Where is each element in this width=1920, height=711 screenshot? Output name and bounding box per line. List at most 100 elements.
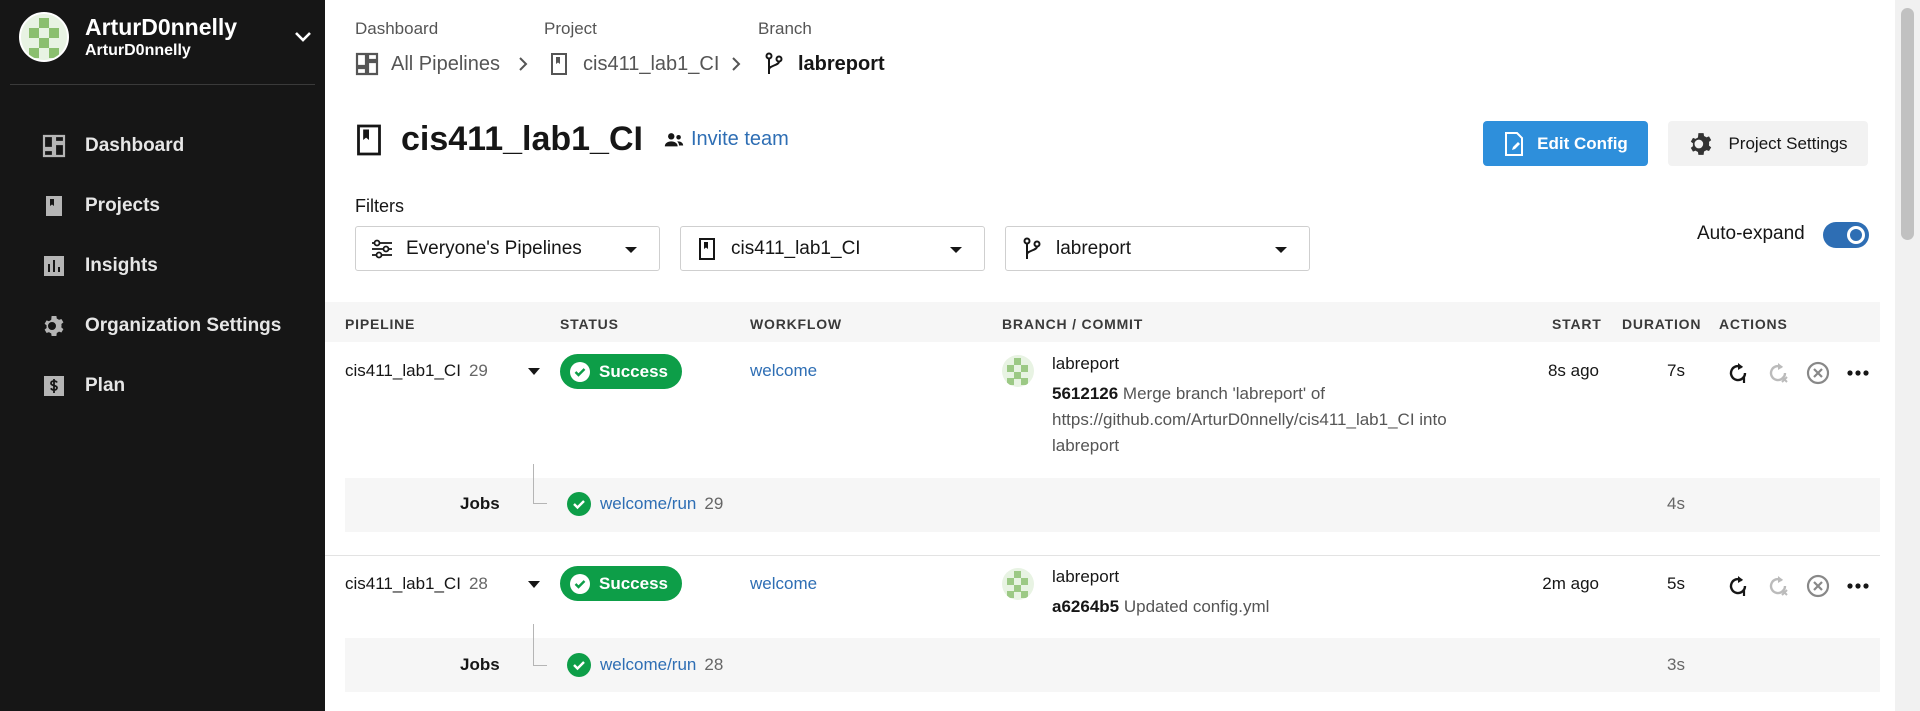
- sidebar-item-label: Insights: [85, 255, 158, 276]
- sidebar: ArturD0nnelly ArturD0nnelly Dashboard Pr…: [0, 0, 325, 711]
- more-options-icon[interactable]: [1845, 573, 1871, 599]
- job-number: 29: [704, 494, 724, 513]
- job-item: welcome/run 29: [600, 494, 723, 514]
- tree-connector: [533, 624, 547, 666]
- chevron-down-icon[interactable]: [291, 25, 315, 49]
- caret-down-icon: [950, 247, 962, 253]
- commit-message: https://github.com/ArturD0nnelly/cis411_…: [1052, 410, 1447, 429]
- project-settings-label: Project Settings: [1728, 133, 1848, 153]
- breadcrumb-branch: labreport: [762, 52, 885, 76]
- sidebar-item-dashboard[interactable]: Dashboard: [42, 116, 281, 176]
- jobs-label: Jobs: [460, 655, 500, 674]
- start-time: 8s ago: [1547, 361, 1599, 380]
- branch-filter-value: labreport: [1056, 237, 1131, 259]
- commit-message: Merge branch 'labreport' of: [1122, 384, 1326, 403]
- chevron-right-icon: [519, 57, 528, 71]
- pipeline-name[interactable]: cis411_lab1_CI 28: [345, 574, 488, 594]
- workflow-link[interactable]: welcome: [750, 361, 817, 381]
- commit-info: 5612126 Merge branch 'labreport' of http…: [1052, 381, 1552, 459]
- tree-connector: [533, 464, 547, 504]
- avatar: [1002, 568, 1034, 600]
- dollar-icon: [44, 376, 64, 396]
- column-header[interactable]: WORKFLOW: [750, 316, 842, 332]
- branch-filter-dropdown[interactable]: labreport: [1005, 226, 1310, 271]
- pipeline-name[interactable]: cis411_lab1_CI 29: [345, 361, 488, 381]
- auto-expand-toggle[interactable]: [1823, 222, 1869, 248]
- projects-icon: [46, 196, 62, 216]
- sidebar-item-label: Organization Settings: [85, 315, 282, 336]
- status-label: Success: [599, 573, 668, 593]
- check-circle-icon: [567, 653, 591, 677]
- filters-label: Filters: [355, 196, 404, 216]
- rerun-failed-icon[interactable]: [1765, 573, 1791, 599]
- rerun-icon[interactable]: [1725, 360, 1751, 386]
- avatar: [19, 12, 69, 62]
- check-circle-icon: [570, 573, 590, 594]
- status-badge: Success: [560, 354, 682, 389]
- caret-down-icon: [1275, 247, 1287, 253]
- job-link[interactable]: welcome/run: [600, 655, 696, 674]
- breadcrumb-all-pipelines[interactable]: All Pipelines: [355, 52, 500, 76]
- more-options-icon[interactable]: [1845, 360, 1871, 386]
- commit-message: Updated config.yml: [1123, 597, 1270, 616]
- column-header[interactable]: STATUS: [560, 316, 619, 332]
- cancel-icon[interactable]: [1805, 360, 1831, 386]
- column-header[interactable]: START: [1552, 316, 1602, 332]
- duration: 5s: [1667, 574, 1685, 593]
- check-circle-icon: [567, 492, 591, 516]
- job-duration: 4s: [1667, 494, 1685, 513]
- user-menu[interactable]: ArturD0nnelly ArturD0nnelly: [19, 12, 315, 62]
- project-icon: [357, 124, 381, 155]
- commit-sha[interactable]: a6264b5: [1052, 597, 1119, 616]
- branch-icon: [765, 52, 783, 74]
- rerun-failed-icon[interactable]: [1765, 360, 1791, 386]
- sidebar-item-label: Plan: [85, 375, 126, 396]
- pipeline-number: 28: [468, 574, 488, 593]
- edit-config-button[interactable]: Edit Config: [1483, 121, 1648, 166]
- scrollbar-thumb[interactable]: [1901, 8, 1914, 240]
- breadcrumb-label: cis411_lab1_CI: [583, 52, 720, 75]
- pipeline-number: 29: [468, 361, 488, 380]
- status-badge: Success: [560, 566, 682, 601]
- gear-icon: [1691, 132, 1712, 155]
- page-scrollbar[interactable]: [1895, 0, 1920, 711]
- page-title: cis411_lab1_CI: [401, 120, 643, 158]
- sidebar-item-plan[interactable]: Plan: [42, 356, 281, 416]
- insights-icon: [44, 256, 64, 276]
- project-filter-dropdown[interactable]: cis411_lab1_CI: [680, 226, 985, 271]
- caret-down-icon: [625, 247, 637, 253]
- auto-expand-label: Auto-expand: [1697, 223, 1805, 244]
- cancel-icon[interactable]: [1805, 573, 1831, 599]
- column-header[interactable]: DURATION: [1622, 316, 1701, 332]
- breadcrumb-project[interactable]: cis411_lab1_CI: [547, 52, 719, 76]
- sidebar-item-projects[interactable]: Projects: [42, 176, 281, 236]
- sidebar-item-insights[interactable]: Insights: [42, 236, 281, 296]
- job-duration: 3s: [1667, 655, 1685, 674]
- column-header[interactable]: PIPELINE: [345, 316, 415, 332]
- branch-name[interactable]: labreport: [1052, 567, 1119, 587]
- commit-info: a6264b5 Updated config.yml: [1052, 594, 1269, 620]
- expand-caret-icon[interactable]: [528, 368, 540, 375]
- workflow-link[interactable]: welcome: [750, 574, 817, 594]
- rerun-icon[interactable]: [1725, 573, 1751, 599]
- column-header[interactable]: BRANCH / COMMIT: [1002, 316, 1143, 332]
- job-number: 28: [704, 655, 724, 674]
- avatar: [1002, 355, 1034, 387]
- invite-team-label: Invite team: [690, 128, 789, 150]
- invite-team-link[interactable]: Invite team: [663, 128, 789, 151]
- sidebar-item-organization-settings[interactable]: Organization Settings: [42, 296, 281, 356]
- project-settings-button[interactable]: Project Settings: [1668, 121, 1868, 166]
- org-name: ArturD0nnelly: [85, 42, 191, 59]
- branch-name[interactable]: labreport: [1052, 354, 1119, 374]
- pipelines-filter-dropdown[interactable]: Everyone's Pipelines: [355, 226, 660, 271]
- commit-sha[interactable]: 5612126: [1052, 384, 1118, 403]
- expand-caret-icon[interactable]: [528, 581, 540, 588]
- job-link[interactable]: welcome/run: [600, 494, 696, 513]
- chevron-right-icon: [732, 57, 741, 71]
- page-header: cis411_lab1_CI Invite team: [355, 120, 789, 159]
- column-header[interactable]: ACTIONS: [1719, 316, 1788, 332]
- sidebar-divider: [10, 84, 315, 85]
- commit-message: labreport: [1052, 436, 1120, 455]
- user-name: ArturD0nnelly: [85, 14, 238, 40]
- row-divider: [325, 555, 1880, 556]
